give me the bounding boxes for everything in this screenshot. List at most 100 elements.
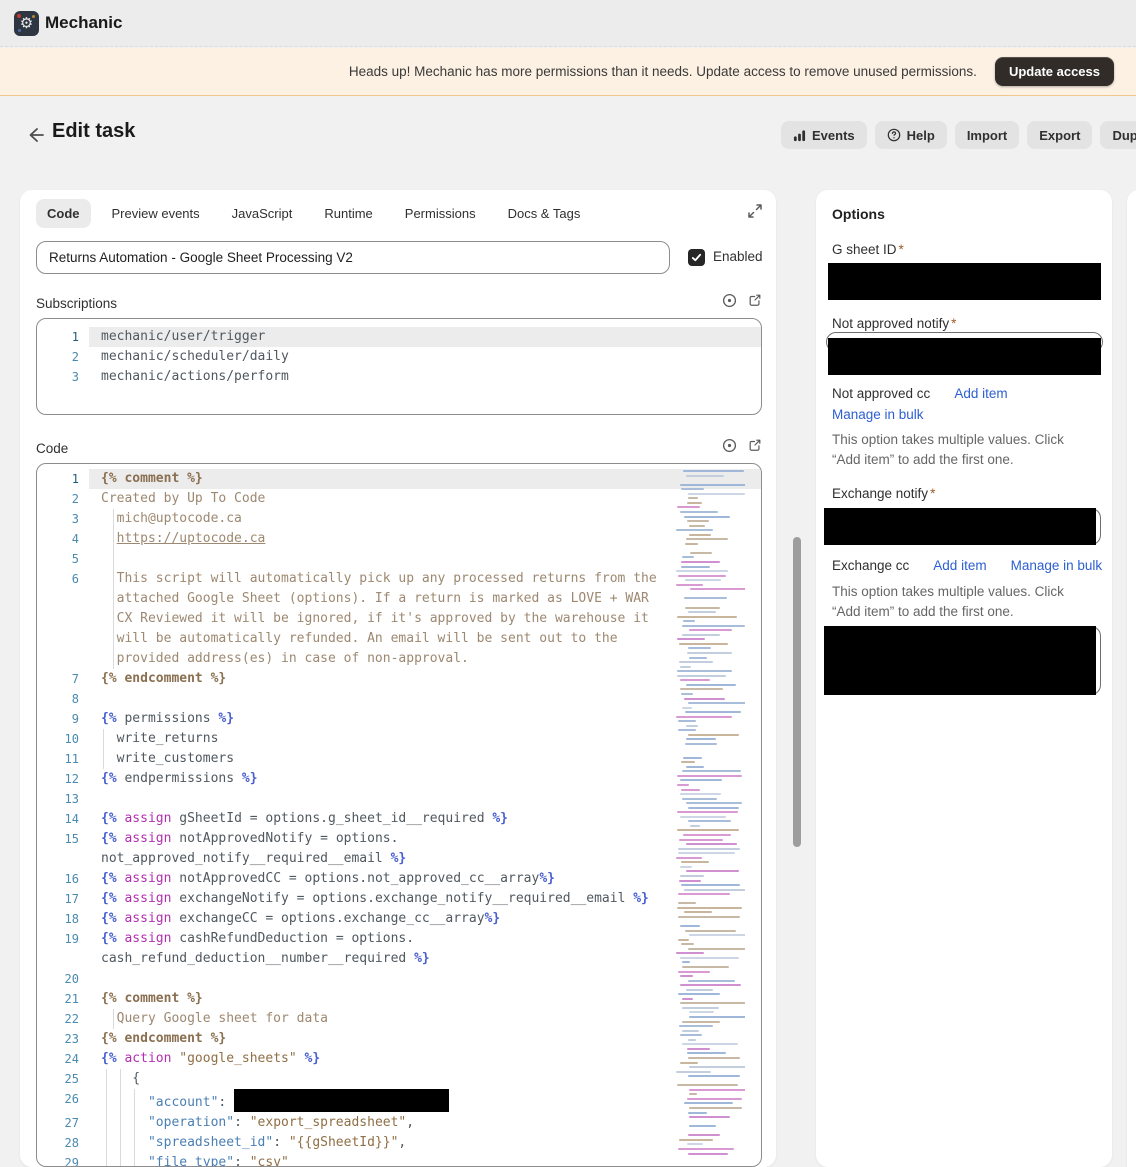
code-line: 9{% permissions %} [37, 709, 761, 729]
manage-in-bulk-link[interactable]: Manage in bulk [1011, 558, 1103, 573]
line-number: 9 [37, 709, 89, 729]
tab-code[interactable]: Code [36, 199, 91, 228]
mechanic-logo-icon: ⚙ [14, 11, 39, 36]
line-number: 3 [37, 509, 89, 529]
code-line: 5 [37, 549, 761, 569]
code-line: 7{% endcomment %} [37, 669, 761, 689]
g-sheet-id-label: G sheet ID* [832, 242, 904, 257]
editor-tabs: Code Preview events JavaScript Runtime P… [36, 199, 601, 228]
redacted-value[interactable] [234, 1089, 449, 1112]
required-mark: * [899, 242, 904, 257]
line-number: 5 [37, 549, 89, 569]
code-line: attached Google Sheet (options). If a re… [37, 589, 761, 609]
header-actions: Events Help Import Export Duplicate [781, 121, 1136, 149]
export-button[interactable]: Export [1027, 121, 1092, 149]
line-number: 16 [37, 869, 89, 889]
code-line: 28 "spreadsheet_id": "{{gSheetId}}", [37, 1133, 761, 1153]
tab-permissions[interactable]: Permissions [394, 199, 487, 228]
code-line: 23{% endcomment %} [37, 1029, 761, 1049]
task-editor-card: Code Preview events JavaScript Runtime P… [20, 190, 776, 1167]
manage-in-bulk-link[interactable]: Manage in bulk [832, 407, 924, 422]
line-number: 21 [37, 989, 89, 1009]
line-number: 3 [37, 367, 89, 387]
page-title: Edit task [52, 120, 135, 143]
help-button[interactable]: Help [875, 121, 947, 149]
code-line: 11 write_customers [37, 749, 761, 769]
code-line: 3mechanic/actions/perform [37, 367, 761, 387]
tab-docs-tags[interactable]: Docs & Tags [497, 199, 592, 228]
code-line: 6 This script will automatically pick up… [37, 569, 761, 589]
code-line: 18{% assign exchangeCC = options.exchang… [37, 909, 761, 929]
events-button[interactable]: Events [781, 121, 867, 149]
update-access-button[interactable]: Update access [995, 57, 1114, 86]
line-number: 17 [37, 889, 89, 909]
multi-value-help: This option takes multiple values. Click… [832, 582, 1090, 622]
line-number: 27 [37, 1113, 89, 1133]
line-number: 6 [37, 569, 89, 589]
code-editor[interactable]: 1{% comment %}2Created by Up To Code3 mi… [36, 463, 762, 1167]
external-link-icon[interactable] [748, 438, 762, 452]
subscriptions-icons [722, 293, 762, 308]
line-number: 11 [37, 749, 89, 769]
code-line: not_approved_notify__required__email %} [37, 849, 761, 869]
line-number: 1 [37, 469, 89, 489]
code-line: provided address(es) in case of non-appr… [37, 649, 761, 669]
expand-icon[interactable] [748, 204, 762, 218]
code-line: CX Reviewed it will be ignored, if it's … [37, 609, 761, 629]
line-number [37, 629, 89, 649]
code-line: 13 [37, 789, 761, 809]
code-line: 20 [37, 969, 761, 989]
code-line: 29 "file_type": "csv" [37, 1153, 761, 1167]
code-line: 10 write_returns [37, 729, 761, 749]
vertical-scrollbar[interactable] [793, 537, 801, 847]
code-icons [722, 438, 762, 453]
add-item-link[interactable]: Add item [954, 386, 1007, 401]
tab-runtime[interactable]: Runtime [313, 199, 383, 228]
code-line: 15{% assign notApprovedNotify = options. [37, 829, 761, 849]
code-line: 17{% assign exchangeNotify = options.exc… [37, 889, 761, 909]
exchange-cc-row: Exchange cc Add item Manage in bulk [832, 558, 1102, 573]
add-item-link[interactable]: Add item [933, 558, 986, 573]
not-approved-cc-label: Not approved cc [832, 386, 930, 401]
gear-icon: ⚙ [20, 16, 33, 31]
code-line: 16{% assign notApprovedCC = options.not_… [37, 869, 761, 889]
line-number [37, 589, 89, 609]
tab-preview-events[interactable]: Preview events [101, 199, 211, 228]
external-link-icon[interactable] [748, 293, 762, 307]
exchange-notify-field-redacted[interactable] [824, 508, 1096, 545]
minimap[interactable] [674, 470, 745, 1160]
exchange-cc-label: Exchange cc [832, 558, 909, 573]
permissions-banner: Heads up! Mechanic has more permissions … [0, 48, 1136, 96]
page-header: Edit task Events Help Import Export Dupl… [0, 112, 1136, 160]
page: { "brand": { "name": "Mechanic" }, "bann… [0, 0, 1136, 1167]
line-number: 14 [37, 809, 89, 829]
back-arrow-icon[interactable] [26, 125, 46, 145]
line-number [37, 649, 89, 669]
enabled-checkbox[interactable] [688, 249, 705, 266]
subscriptions-editor[interactable]: 1mechanic/user/trigger2mechanic/schedule… [36, 318, 762, 415]
not-approved-notify-field-redacted[interactable] [828, 338, 1101, 375]
line-number [37, 609, 89, 629]
g-sheet-id-field-redacted[interactable] [828, 263, 1101, 300]
line-number: 20 [37, 969, 89, 989]
task-name-input[interactable] [36, 241, 670, 274]
code-line: 3 mich@uptocode.ca [37, 509, 761, 529]
line-number: 24 [37, 1049, 89, 1069]
exchange-cc-field-redacted[interactable] [824, 626, 1096, 695]
line-number: 2 [37, 489, 89, 509]
code-line: 12{% endpermissions %} [37, 769, 761, 789]
tab-javascript[interactable]: JavaScript [221, 199, 304, 228]
line-number: 23 [37, 1029, 89, 1049]
line-number: 8 [37, 689, 89, 709]
line-number: 10 [37, 729, 89, 749]
app-top-bar: ⚙ Mechanic [0, 0, 1136, 47]
side-panel-partial [1127, 190, 1136, 1167]
not-approved-notify-label: Not approved notify* [832, 316, 956, 331]
code-label: Code [36, 441, 68, 456]
preview-eye-icon[interactable] [722, 438, 737, 453]
duplicate-button[interactable]: Duplicate [1100, 121, 1136, 149]
code-line: 21{% comment %} [37, 989, 761, 1009]
import-button[interactable]: Import [955, 121, 1019, 149]
preview-eye-icon[interactable] [722, 293, 737, 308]
line-number: 13 [37, 789, 89, 809]
